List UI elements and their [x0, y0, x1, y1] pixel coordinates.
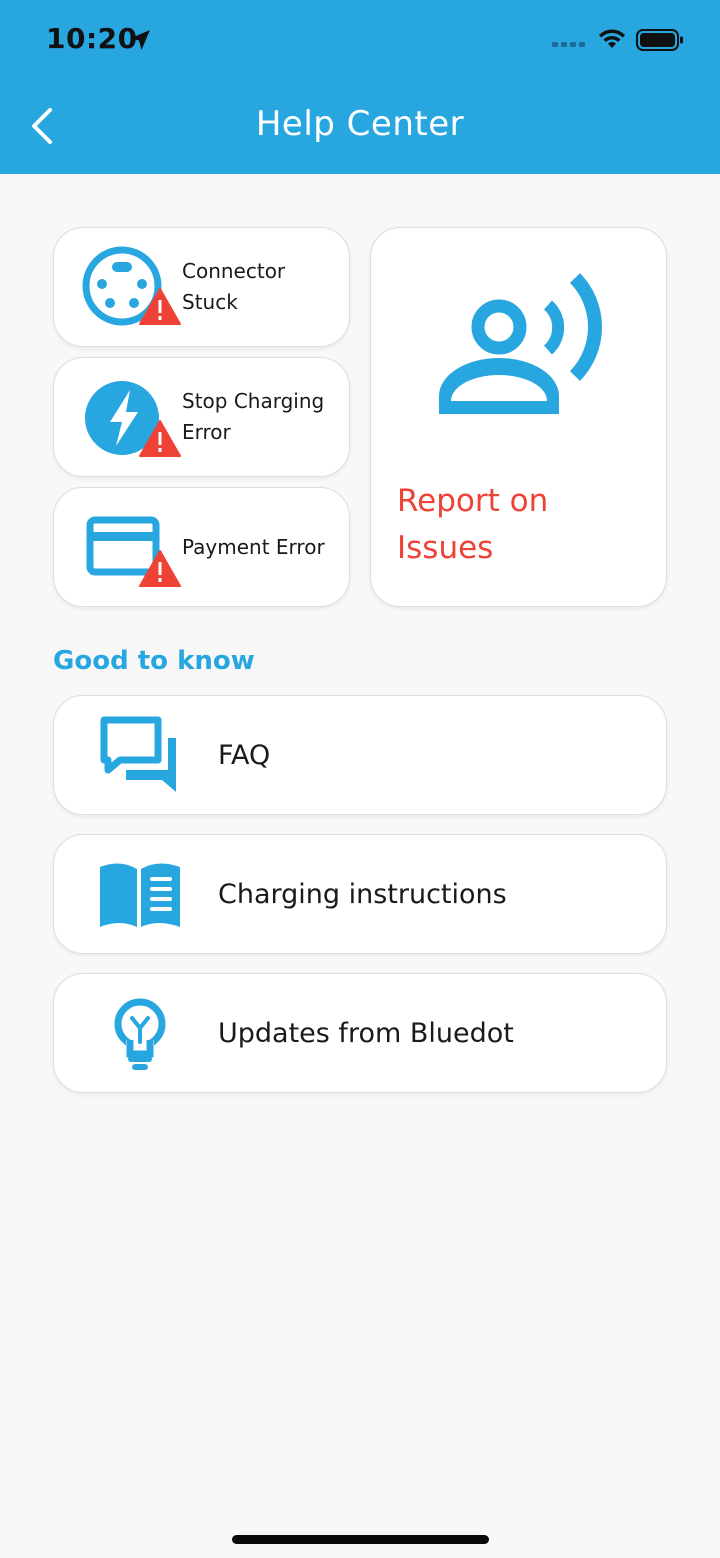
issue-label: Connector Stuck: [182, 259, 286, 314]
updates-from-bluedot-label: Updates from Bluedot: [218, 1017, 514, 1049]
lightning-warning-icon: [85, 381, 181, 457]
updates-from-bluedot-item[interactable]: Updates from Bluedot: [53, 973, 667, 1093]
battery-icon: [636, 29, 683, 51]
cellular-signal-icon: [552, 42, 585, 47]
location-arrow-icon: [130, 30, 150, 50]
section-title-good-to-know: Good to know: [53, 646, 255, 676]
issue-label: Payment Error: [182, 534, 325, 559]
person-signal-icon: [439, 273, 603, 414]
wifi-icon: [599, 29, 625, 48]
home-indicator[interactable]: [232, 1535, 489, 1544]
report-label: Report on Issues: [397, 483, 549, 566]
page-title: Help Center: [255, 104, 465, 144]
issue-card-connector-stuck[interactable]: Connector Stuck: [53, 227, 350, 347]
status-time: 10:20: [46, 22, 138, 55]
faq-label: FAQ: [218, 739, 271, 771]
issue-card-payment-error[interactable]: Payment Error: [53, 487, 350, 607]
app-header: 10:20 Help Center: [0, 0, 720, 174]
issue-card-stop-charging-error[interactable]: Stop Charging Error: [53, 357, 350, 477]
faq-item[interactable]: FAQ: [53, 695, 667, 815]
card-warning-icon: [86, 516, 181, 587]
charging-instructions-item[interactable]: Charging instructions: [53, 834, 667, 954]
report-issues-card[interactable]: Report on Issues: [370, 227, 667, 607]
book-icon: [100, 863, 180, 927]
issue-label: Stop Charging Error: [182, 389, 325, 444]
chat-bubbles-icon: [100, 716, 176, 792]
charging-instructions-label: Charging instructions: [218, 878, 507, 910]
lightbulb-icon: [114, 998, 166, 1070]
connector-warning-icon: [82, 246, 181, 326]
